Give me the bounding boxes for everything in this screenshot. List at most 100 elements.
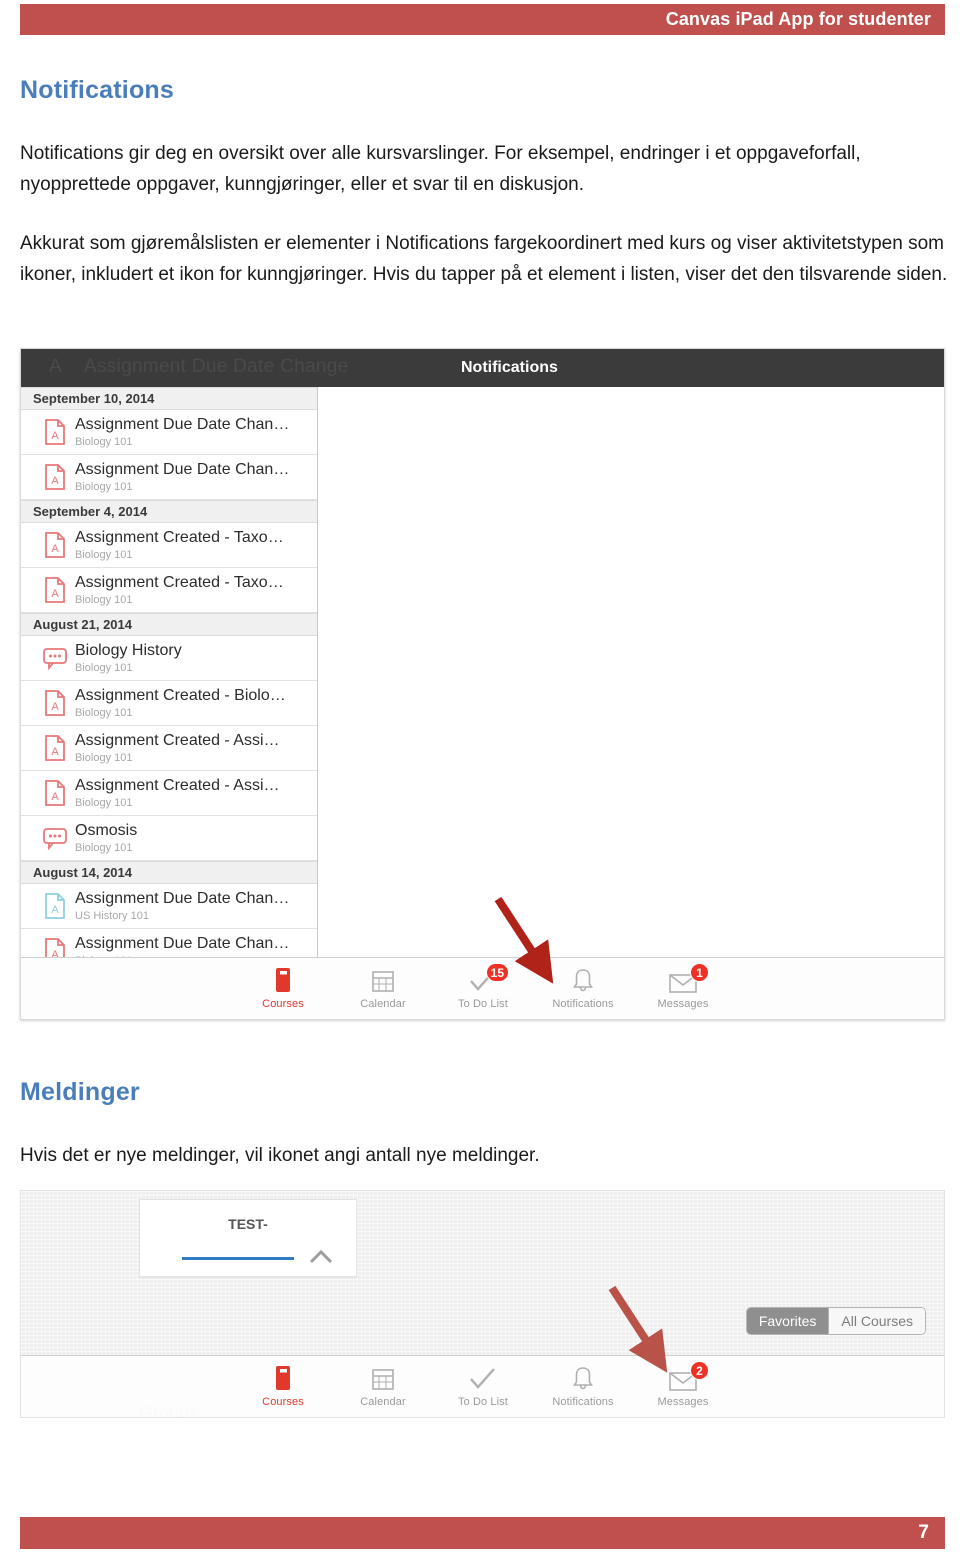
chevron-up-icon[interactable] [308, 1248, 334, 1266]
notification-course: Biology 101 [75, 752, 133, 764]
notifications-list[interactable]: September 10, 2014 A Assignment Due Date C… [21, 387, 318, 1019]
notification-type-icon: A [35, 576, 75, 604]
svg-text:A: A [51, 701, 59, 713]
section-heading-meldinger: Meldinger [20, 1078, 140, 1106]
assignment-icon: A [45, 577, 65, 603]
app-navbar: A Assignment Due Date Change Notification… [21, 349, 944, 387]
tab-label: Courses [262, 998, 304, 1010]
app-tabbar[interactable]: Courses Calendar To Do List Notifications 2 M… [21, 1355, 944, 1417]
discussion-icon [43, 648, 67, 670]
navbar-title: Notifications [461, 359, 558, 376]
tab-label: Notifications [552, 998, 614, 1010]
screenshot-notifications-app: A Assignment Due Date Change Notification… [20, 348, 945, 1020]
notification-title: Osmosis [75, 822, 138, 839]
notification-course: Biology 101 [75, 797, 133, 809]
assignment-icon: A [45, 735, 65, 761]
tab-label: To Do List [458, 1396, 508, 1408]
assignment-icon: A [45, 780, 65, 806]
book-icon [276, 1366, 290, 1390]
notification-title: Assignment Due Date Chan… [75, 935, 290, 952]
tab-calendar[interactable]: Calendar [333, 1356, 433, 1417]
tab-to-do-list[interactable]: To Do List [433, 1356, 533, 1417]
notification-row[interactable]: A Assignment Due Date Chan… Biology 101 [21, 410, 317, 455]
notification-row[interactable]: A Assignment Due Date Chan… Biology 101 [21, 455, 317, 500]
bell-icon [573, 969, 593, 992]
notification-date-header: September 4, 2014 [21, 500, 317, 523]
navbar-ghost-row: A Assignment Due Date Change [49, 356, 348, 378]
tab-messages[interactable]: 1 Messages [633, 958, 733, 1019]
discussion-icon [43, 828, 67, 850]
notification-course: Biology 101 [75, 481, 133, 493]
tab-label: Messages [657, 998, 709, 1010]
notification-course: Biology 101 [75, 842, 133, 854]
tab-courses[interactable]: Courses [233, 1356, 333, 1417]
notification-row[interactable]: A Assignment Created - Assi… Biology 101 [21, 771, 317, 816]
assignment-icon: A [45, 690, 65, 716]
tab-courses[interactable]: Courses [233, 958, 333, 1019]
notification-date-header: September 10, 2014 [21, 387, 317, 410]
svg-text:A: A [51, 543, 59, 555]
notification-text: Assignment Created - Taxo… Biology 101 [75, 573, 284, 607]
book-icon [272, 967, 294, 993]
notification-title: Assignment Created - Biolo… [75, 687, 286, 704]
tab-to-do-list[interactable]: 15 To Do List [433, 958, 533, 1019]
notification-text: Biology History Biology 101 [75, 641, 182, 675]
course-card[interactable]: TEST- [139, 1199, 357, 1277]
notification-course: Biology 101 [75, 594, 133, 606]
svg-text:A: A [51, 746, 59, 758]
segment-option-favorites[interactable]: Favorites [746, 1308, 829, 1334]
notification-type-icon: A [35, 531, 75, 559]
book-icon [272, 1365, 294, 1391]
notification-row[interactable]: Osmosis Biology 101 [21, 816, 317, 861]
notification-title: Assignment Created - Assi… [75, 777, 280, 794]
notification-type-icon: A [35, 689, 75, 717]
svg-text:A: A [51, 475, 59, 487]
tab-calendar[interactable]: Calendar [333, 958, 433, 1019]
section-heading-notifications: Notifications [20, 76, 174, 104]
notification-row[interactable]: A Assignment Due Date Chan… US History 101 [21, 884, 317, 929]
svg-text:A: A [51, 791, 59, 803]
notification-row[interactable]: Biology History Biology 101 [21, 636, 317, 681]
notification-row[interactable]: A Assignment Created - Assi… Biology 101 [21, 726, 317, 771]
segment-option-all-courses[interactable]: All Courses [828, 1308, 925, 1334]
notification-type-icon: A [35, 779, 75, 807]
notification-text: Assignment Created - Assi… Biology 101 [75, 776, 280, 810]
assignment-icon: A [45, 464, 65, 490]
paragraph-meldinger: Hvis det er nye meldinger, vil ikonet an… [20, 1145, 540, 1166]
notification-text: Assignment Due Date Chan… Biology 101 [75, 460, 289, 494]
tab-messages[interactable]: 2 Messages [633, 1356, 733, 1417]
calendar-icon [371, 1365, 395, 1391]
course-card-title: TEST- [228, 1216, 268, 1232]
tab-label: Messages [657, 1396, 709, 1408]
notification-title: Assignment Due Date Chan… [75, 416, 290, 433]
notification-type-icon: A [35, 892, 75, 920]
notification-title: Assignment Created - Assi… [75, 732, 280, 749]
navbar-ghost-text: Assignment Due Date Change [83, 356, 349, 377]
courses-filter-segmented-control[interactable]: Favorites All Courses [745, 1307, 926, 1335]
notification-course: Biology 101 [75, 707, 133, 719]
notification-date-header: August 14, 2014 [21, 861, 317, 884]
notification-text: Assignment Created - Taxo… Biology 101 [75, 528, 284, 562]
tab-label: Courses [262, 1396, 304, 1408]
tab-notifications[interactable]: Notifications [533, 1356, 633, 1417]
notification-row[interactable]: A Assignment Created - Taxo… Biology 101 [21, 568, 317, 613]
tab-badge: 2 [690, 1361, 709, 1380]
calendar-icon [372, 1369, 394, 1390]
app-tabbar[interactable]: Courses Calendar 15 To Do List Notifications… [21, 957, 944, 1019]
notification-title: Biology History [75, 642, 182, 659]
notification-row[interactable]: A Assignment Created - Taxo… Biology 101 [21, 523, 317, 568]
tab-notifications[interactable]: Notifications [533, 958, 633, 1019]
assignment-icon: A [45, 419, 65, 445]
calendar-icon [372, 971, 394, 992]
tab-label: Calendar [360, 998, 406, 1010]
envelope-icon: 1 [669, 963, 709, 993]
paragraph-notifications-intro: Notifications gir deg en oversikt over a… [20, 143, 861, 195]
notification-type-icon [35, 646, 75, 670]
assignment-icon: A [45, 893, 65, 919]
checkmark-icon [469, 1365, 497, 1391]
book-icon [276, 968, 290, 992]
notification-row[interactable]: A Assignment Created - Biolo… Biology 101 [21, 681, 317, 726]
notification-text: Assignment Created - Assi… Biology 101 [75, 731, 280, 765]
notification-type-icon [35, 826, 75, 850]
assignment-icon: A [49, 356, 62, 377]
